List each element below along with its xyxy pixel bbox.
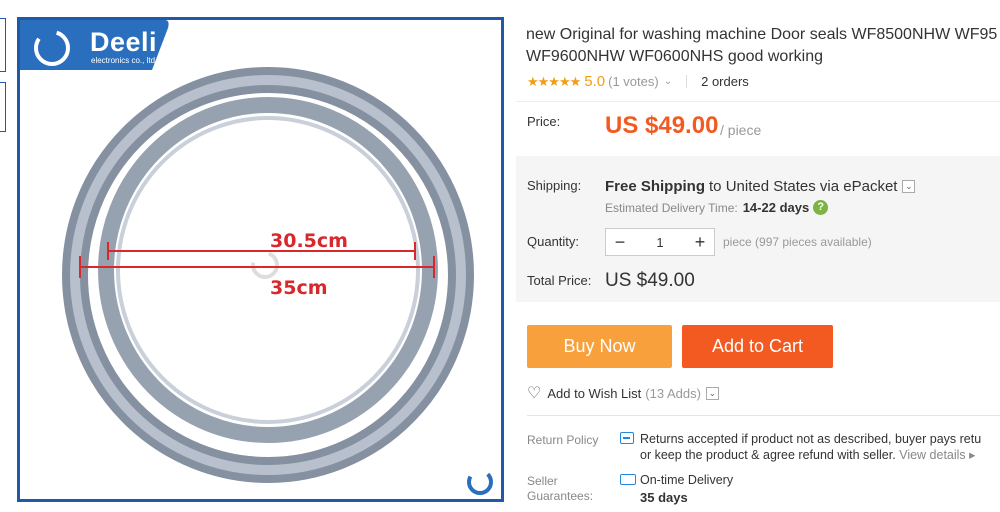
divider: [686, 75, 688, 88]
heart-icon: ♡: [527, 385, 542, 402]
add-to-wish-list[interactable]: ♡ Add to Wish List (13 Adds) ⌄: [527, 383, 719, 403]
product-title-line-1: new Original for washing machine Door se…: [526, 26, 998, 43]
wish-list-label: Add to Wish List: [547, 385, 642, 401]
rating-row: ★★★★★ 5.0 (1 votes) ⌄ 2 orders: [527, 73, 749, 90]
return-policy-line-1: Returns accepted if product not as descr…: [640, 432, 982, 446]
product-image[interactable]: Deeli electronics co., ltd 30.5cm 35cm: [17, 17, 504, 502]
total-price-label: Total Price:: [527, 273, 592, 288]
chevron-down-icon[interactable]: ⌄: [705, 386, 719, 400]
seller-label-line-1: Seller: [527, 474, 558, 488]
price-unit: / piece: [720, 122, 762, 138]
chevron-down-icon[interactable]: ⌄: [902, 180, 916, 193]
estimated-delivery-value: 14-22 days: [742, 200, 810, 215]
return-policy-line-2: or keep the product & agree refund with …: [640, 448, 896, 462]
price-label: Price:: [527, 114, 561, 129]
rating-value[interactable]: 5.0: [584, 73, 605, 90]
truck-icon: [620, 474, 636, 485]
product-title-line-2: WF9600NHW WF0600NHS good working: [526, 48, 823, 65]
chevron-down-icon[interactable]: ⌄: [664, 76, 672, 87]
view-details-link[interactable]: View details: [899, 448, 965, 462]
shipping-method[interactable]: Free Shipping to United States via ePack…: [605, 178, 916, 195]
return-policy-text: Returns accepted if product not as descr…: [640, 431, 1000, 463]
seller-label-line-2: Guarantees:: [527, 489, 594, 503]
outer-dimension-label: 35cm: [270, 277, 328, 299]
votes-count[interactable]: (1 votes): [608, 74, 659, 89]
caret-right-icon[interactable]: ▸: [969, 448, 975, 462]
on-time-delivery-label: On-time Delivery: [640, 473, 734, 487]
divider: [516, 101, 1000, 102]
wish-list-count: (13 Adds): [645, 385, 701, 401]
quantity-label: Quantity:: [527, 234, 580, 249]
buy-now-button[interactable]: Buy Now: [527, 325, 672, 368]
quantity-input[interactable]: [634, 229, 686, 255]
price-value: US $49.00: [605, 112, 719, 139]
thumbnail-1[interactable]: [0, 18, 6, 72]
shipping-destination: to United States via ePacket: [709, 178, 898, 195]
return-policy-label: Return Policy: [527, 433, 599, 447]
increase-quantity-button[interactable]: +: [686, 229, 714, 255]
quantity-available: piece (997 pieces available): [723, 235, 872, 249]
door-seal-illustration: [20, 20, 493, 495]
shipping-label: Shipping:: [527, 178, 582, 193]
divider: [527, 415, 1000, 416]
estimated-delivery-label: Estimated Delivery Time:: [605, 200, 738, 215]
on-time-delivery-days: 35 days: [640, 490, 688, 505]
return-icon: [620, 432, 634, 444]
logo-subtext: electronics co., ltd: [91, 56, 156, 65]
add-to-cart-button[interactable]: Add to Cart: [682, 325, 833, 368]
thumbnail-2[interactable]: [0, 82, 6, 132]
inner-dimension-label: 30.5cm: [270, 230, 348, 252]
estimated-delivery: Estimated Delivery Time: 14-22 days ?: [605, 200, 829, 215]
decrease-quantity-button[interactable]: −: [606, 229, 634, 255]
help-icon[interactable]: ?: [813, 200, 829, 215]
free-shipping-text: Free Shipping: [605, 178, 706, 195]
orders-count: 2 orders: [701, 74, 749, 89]
star-rating-icon: ★★★★★: [527, 73, 581, 89]
quantity-stepper: − +: [605, 228, 715, 256]
total-price-value: US $49.00: [605, 270, 695, 291]
logo-text: Deeli: [90, 27, 158, 57]
seller-guarantees-label: Seller Guarantees:: [527, 474, 593, 504]
product-title: new Original for washing machine Door se…: [526, 24, 1000, 68]
